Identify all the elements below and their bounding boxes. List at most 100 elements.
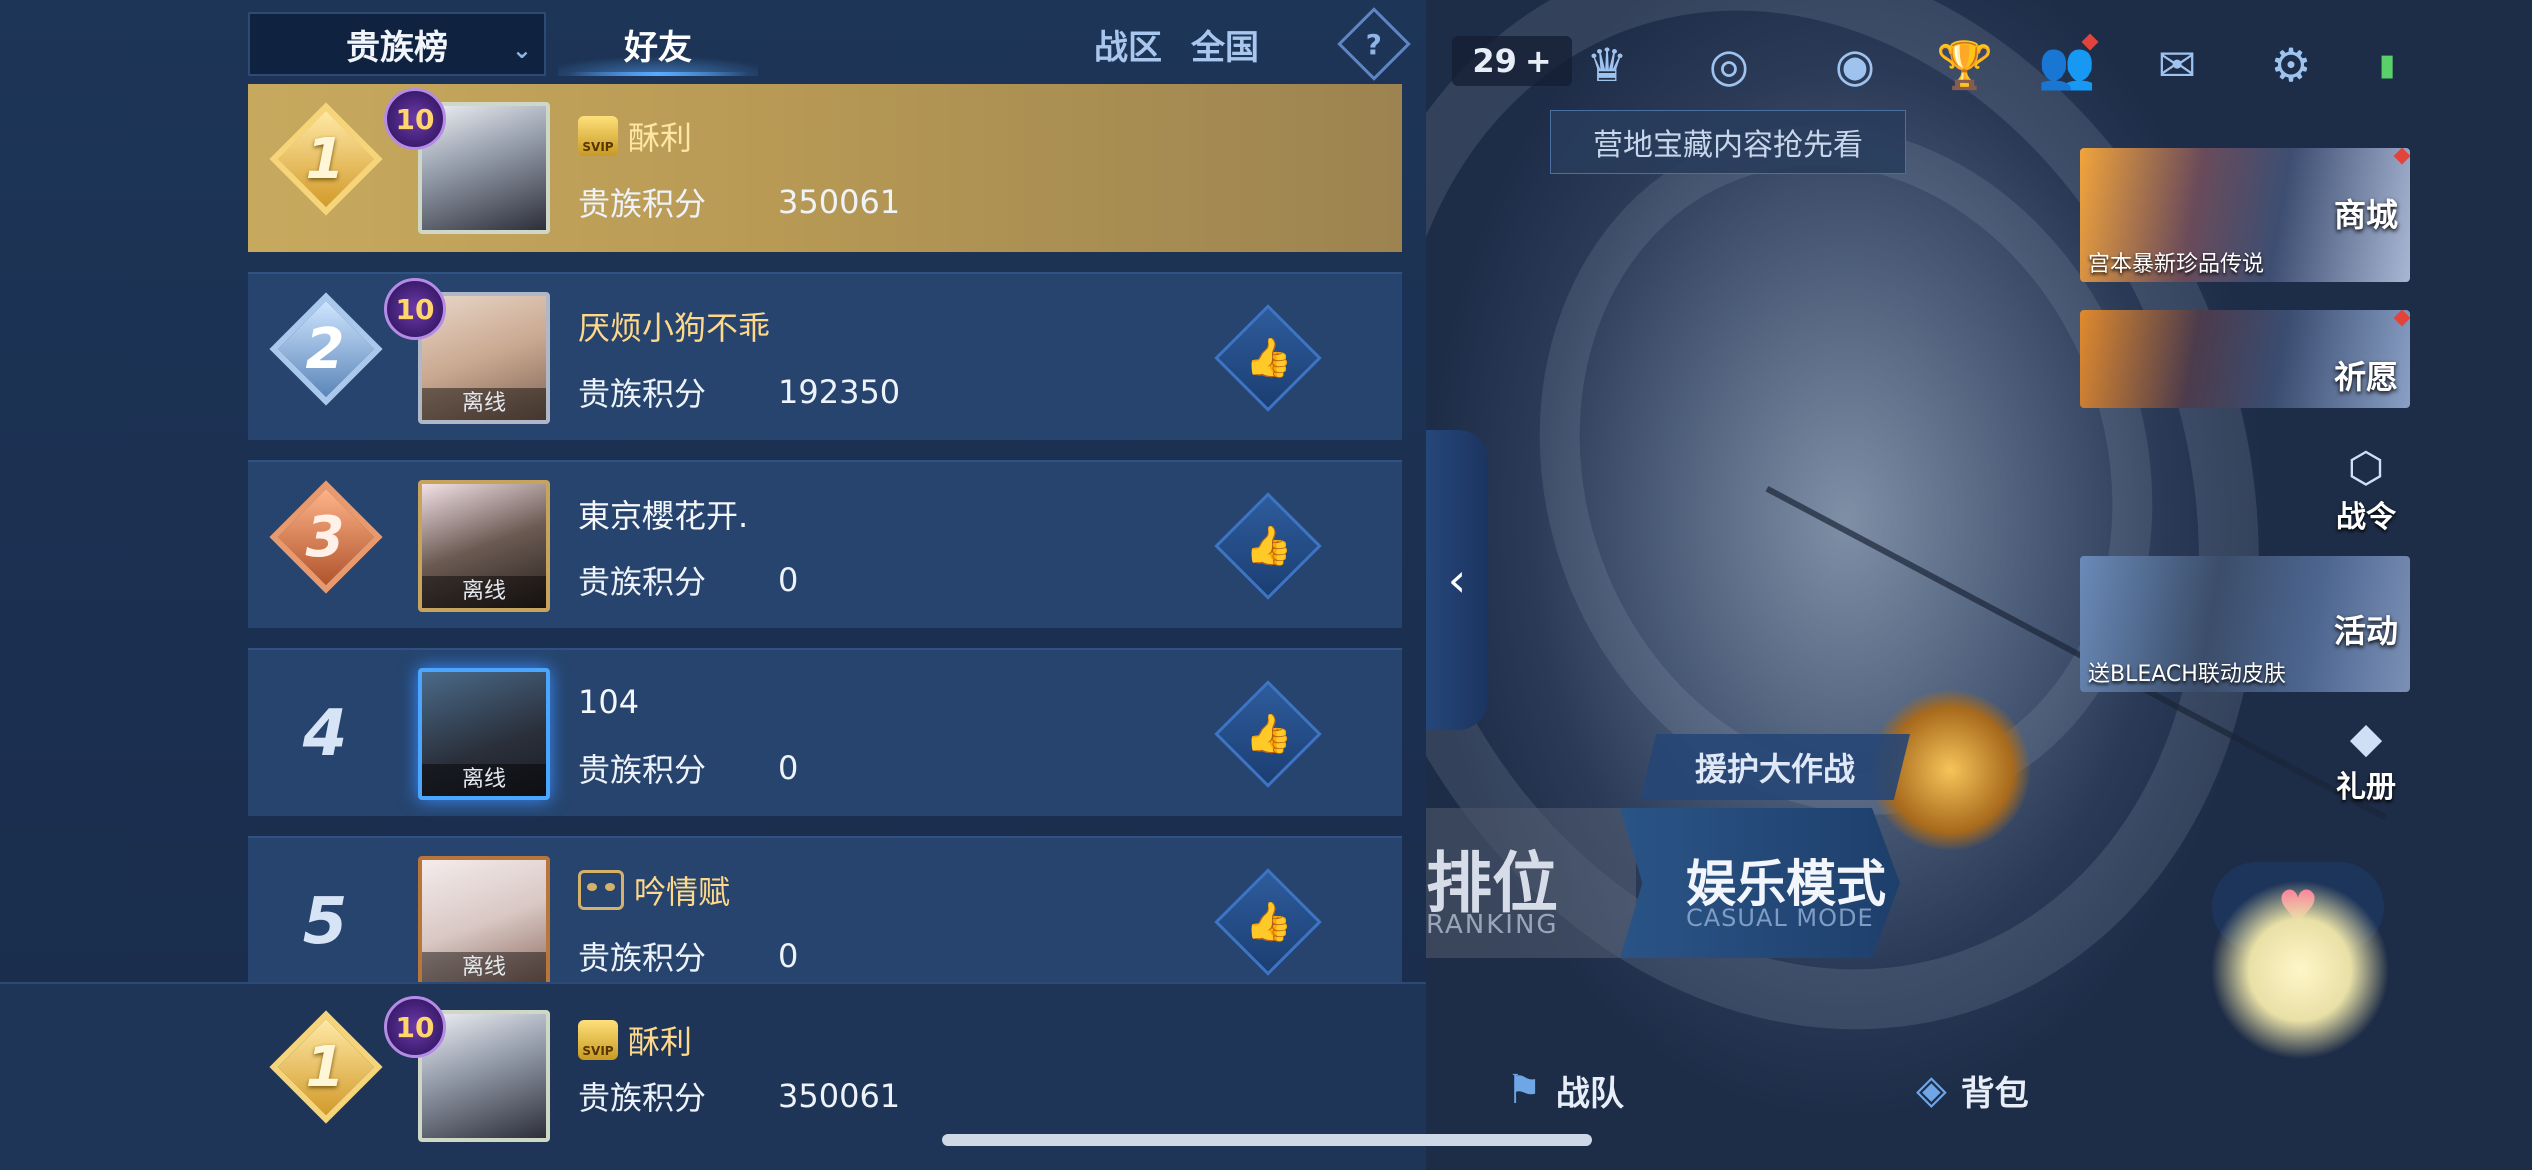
- team-nav-label: 战队: [1555, 1073, 1624, 1114]
- level-badge: 10: [384, 996, 446, 1058]
- notification-dot: [2393, 310, 2410, 327]
- gift-book-button[interactable]: ◆ 礼册: [2320, 706, 2412, 806]
- ranked-mode-subtitle: RANKING: [1426, 910, 1559, 940]
- score-line: 贵族积分 0: [578, 934, 798, 978]
- board-type-label: 贵族榜: [346, 27, 448, 68]
- board-type-dropdown[interactable]: 贵族榜 ⌄: [248, 12, 546, 76]
- thumbs-up-icon: 👍: [1245, 711, 1293, 756]
- score-label: 贵族积分: [578, 563, 707, 601]
- tab-national[interactable]: 全国: [1160, 12, 1290, 76]
- score-label: 贵族积分: [578, 751, 707, 789]
- thumbs-up-icon: 👍: [1245, 899, 1293, 944]
- rank-crest-icon[interactable]: ♛: [1576, 34, 1638, 96]
- chevron-left-icon: ‹: [1447, 553, 1467, 607]
- score-value: 0: [778, 749, 799, 787]
- avatar[interactable]: 离线: [418, 480, 550, 612]
- camp-tooltip: 营地宝藏内容抢先看: [1550, 110, 1906, 174]
- chevron-down-icon: ⌄: [511, 36, 532, 64]
- battle-pass-button[interactable]: ⬡ 战令: [2320, 436, 2412, 536]
- friends-icon[interactable]: 👥: [2036, 33, 2099, 96]
- score-line: 贵族积分 350061: [578, 1074, 900, 1118]
- gem-count-value: 29: [1472, 42, 1517, 80]
- gift-book-icon: ◆: [2349, 713, 2383, 762]
- camp-icon[interactable]: ◎: [1698, 34, 1760, 96]
- mask-icon: [578, 870, 624, 910]
- mail-icon[interactable]: ✉: [2146, 34, 2208, 96]
- score-line: 贵族积分 192350: [578, 370, 900, 414]
- casual-mode-button[interactable]: 娱乐模式 CASUAL MODE: [1620, 808, 1900, 958]
- score-label: 贵族积分: [578, 185, 707, 223]
- eye-icon[interactable]: ◉: [1824, 34, 1886, 96]
- score-line: 贵族积分 350061: [578, 180, 900, 224]
- notification-dot: [2393, 148, 2410, 165]
- like-button[interactable]: 👍: [1214, 492, 1322, 600]
- player-name-line: 104: [578, 680, 639, 724]
- tab-zone-label: 战区: [1094, 27, 1162, 68]
- active-tab-indicator: [568, 72, 748, 76]
- player-name: 104: [578, 683, 640, 721]
- shop-banner-subtitle: 宫本暴新珍品传说: [2088, 252, 2265, 277]
- event-label: 活动: [2333, 612, 2398, 650]
- rescue-mode-button[interactable]: 援护大作战: [1640, 734, 1910, 800]
- event-banner-subtitle: 送BLEACH联动皮肤: [2088, 662, 2286, 687]
- collapse-panel-button[interactable]: ‹: [1426, 430, 1488, 730]
- bag-nav-button[interactable]: ◈ 背包: [1916, 1062, 2029, 1118]
- score-value: 0: [778, 937, 799, 975]
- rank-number: 5: [302, 885, 348, 959]
- wish-label: 祈愿: [2333, 358, 2398, 396]
- like-button[interactable]: 👍: [1214, 868, 1322, 976]
- rank-medal: 3: [260, 480, 390, 608]
- leaderboard-row[interactable]: 1 10 SVIP 酥利 贵族积分 350061: [248, 84, 1402, 252]
- wish-banner[interactable]: 祈愿: [2080, 310, 2410, 408]
- level-badge: 10: [384, 88, 446, 150]
- battle-pass-icon: ⬡: [2347, 443, 2385, 492]
- score-label: 贵族积分: [578, 375, 707, 413]
- score-line: 贵族积分 0: [578, 746, 798, 790]
- score-label: 贵族积分: [578, 939, 707, 977]
- ranked-mode-button[interactable]: 排位 RANKING: [1426, 808, 1636, 958]
- event-banner[interactable]: 送BLEACH联动皮肤 活动: [2080, 556, 2410, 692]
- gift-book-label: 礼册: [2336, 770, 2396, 805]
- offline-label: 离线: [422, 388, 546, 420]
- leaderboard-row[interactable]: 3 离线 東京櫻花开. 贵族积分 0 👍: [248, 460, 1402, 628]
- leaderboard-row[interactable]: 2 离线 10 厌烦小狗不乖 贵族积分 192350 👍: [248, 272, 1402, 440]
- top-hud-bar: 29 + ♛ ◎ ◉ 🏆 👥 ✉ ⚙ ▮: [1426, 14, 2426, 114]
- score-value: 350061: [778, 183, 901, 221]
- avatar[interactable]: 离线: [418, 856, 550, 982]
- thumbs-up-icon: 👍: [1245, 335, 1293, 380]
- home-indicator[interactable]: [942, 1134, 1592, 1146]
- score-value: 0: [778, 561, 799, 599]
- like-button[interactable]: 👍: [1214, 304, 1322, 412]
- score-value: 350061: [778, 1077, 901, 1115]
- player-name-line: 東京櫻花开.: [578, 492, 748, 536]
- pet-character[interactable]: [2210, 880, 2390, 1060]
- player-name-line: 厌烦小狗不乖: [578, 304, 770, 348]
- leaderboard-row[interactable]: 4 离线 104 贵族积分 0 👍: [248, 648, 1402, 816]
- rank-number: 4: [302, 697, 348, 771]
- trophy-icon[interactable]: 🏆: [1934, 34, 1996, 96]
- team-nav-button[interactable]: ⚑ 战队: [1506, 1062, 1624, 1118]
- offline-label: 离线: [422, 576, 546, 608]
- score-line: 贵族积分 0: [578, 558, 798, 602]
- tab-friends[interactable]: 好友: [558, 12, 758, 76]
- casual-mode-subtitle: CASUAL MODE: [1686, 904, 1874, 932]
- svip-icon: SVIP: [578, 116, 618, 156]
- player-name: 酥利: [628, 1023, 693, 1061]
- tab-national-label: 全国: [1191, 27, 1259, 68]
- player-name: 酥利: [628, 119, 693, 157]
- gem-counter[interactable]: 29 +: [1452, 36, 1572, 86]
- shop-banner[interactable]: 宫本暴新珍品传说 商城: [2080, 148, 2410, 282]
- signal-icon: ▮: [2378, 47, 2396, 83]
- notification-dot: [2081, 33, 2099, 51]
- player-name: 東京櫻花开.: [578, 497, 749, 535]
- like-button[interactable]: 👍: [1214, 680, 1322, 788]
- rank-medal: 1: [260, 1010, 390, 1138]
- leaderboard-row[interactable]: 5 离线 吟情赋 贵族积分 0 👍: [248, 836, 1402, 982]
- settings-gear-icon[interactable]: ⚙: [2260, 34, 2322, 96]
- svip-icon: SVIP: [578, 1020, 618, 1060]
- avatar[interactable]: 离线: [418, 668, 550, 800]
- tab-friends-label: 好友: [624, 27, 692, 68]
- help-button[interactable]: ?: [1337, 7, 1411, 81]
- rank-medal: 1: [260, 102, 390, 230]
- player-name-line: 吟情赋: [578, 868, 730, 912]
